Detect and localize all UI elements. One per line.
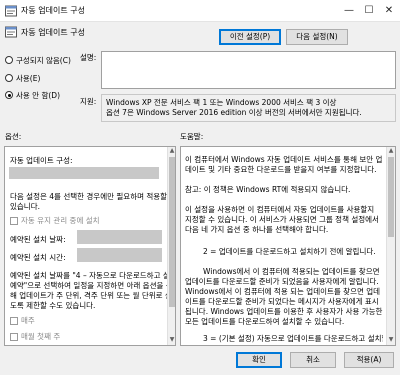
scroll-up-icon[interactable]: ▲ (387, 147, 395, 155)
help-paragraph: 이 컴퓨터에서 Windows 자동 업데이트 서비스를 통해 보안 업데이트 … (185, 155, 383, 174)
radio-enabled[interactable]: 사용(E) (5, 72, 40, 84)
options-pane[interactable]: 자동 업데이트 구성: 다음 설정은 4를 선택한 경우에만 필요하며 적용할 … (4, 146, 176, 346)
previous-setting-button[interactable]: 이전 설정(P) (219, 29, 281, 45)
title-bar: 자동 업데이트 구성 — ☐ ✕ (0, 0, 400, 22)
help-section-label: 도움말: (180, 132, 204, 141)
checkbox-label: 매주 (21, 316, 35, 325)
minimize-button[interactable]: — (340, 0, 358, 22)
scrollbar-thumb[interactable] (169, 157, 175, 307)
schedule-time-dropdown[interactable] (77, 248, 162, 262)
help-paragraph: Windows에서 이 컴퓨터에 적용되는 업데이트를 찾으면 업데이트를 다운… (185, 267, 383, 326)
help-paragraph: 3 = (기본 설정) 자동으로 업데이트를 다운로드하고 설치할 (203, 334, 383, 343)
schedule-day-label: 예약된 설치 날짜: (10, 235, 66, 244)
maintenance-checkbox[interactable] (10, 217, 18, 225)
configure-dropdown[interactable] (9, 167, 159, 179)
policy-icon (5, 5, 17, 17)
radio-disabled[interactable]: 사용 안 함(D) (5, 89, 60, 101)
first-week-checkbox-row[interactable]: 매월 첫째 주 (10, 331, 60, 342)
weekly-checkbox-row[interactable]: 매주 (10, 315, 35, 326)
ok-button[interactable]: 확인 (236, 352, 282, 368)
scrollbar-thumb[interactable] (388, 157, 394, 237)
schedule-time-label: 예약된 설치 시간: (10, 253, 66, 262)
policy-name: 자동 업데이트 구성 (21, 28, 85, 37)
help-scrollbar[interactable]: ▲ ▼ (386, 147, 395, 345)
window-title: 자동 업데이트 구성 (21, 6, 85, 15)
checkbox-label: 매월 첫째 주 (21, 332, 61, 341)
cancel-button[interactable]: 취소 (290, 352, 336, 368)
weekly-checkbox[interactable] (10, 317, 18, 325)
options-description: 도록 제한할 수도 있습니다. (10, 301, 96, 310)
options-section-label: 옵션: (5, 132, 22, 141)
help-pane: 이 컴퓨터에서 Windows 자동 업데이트 서비스를 통해 보안 업데이트 … (180, 146, 396, 346)
schedule-day-dropdown[interactable] (77, 230, 162, 244)
policy-icon (5, 26, 17, 38)
radio-button[interactable] (5, 91, 13, 99)
comment-field[interactable] (101, 51, 396, 89)
radio-label: 사용(E) (16, 73, 41, 83)
supported-label: 지원: (80, 97, 97, 106)
help-paragraph: 이 설정을 사용하면 이 컴퓨터에서 자동 업데이트를 사용할지 지정할 수 있… (185, 205, 379, 234)
supported-line: Windows XP 전문 서비스 팩 1 또는 Windows 2000 서비… (106, 98, 337, 107)
help-paragraph: 2 = 업데이트를 다운로드하고 설치하기 전에 알립니다. (203, 247, 376, 256)
maintenance-checkbox-row[interactable]: 자동 유지 관리 중에 설치 (10, 215, 100, 226)
scroll-down-icon[interactable]: ▼ (387, 336, 395, 344)
close-button[interactable]: ✕ (380, 0, 398, 22)
radio-button[interactable] (5, 56, 13, 64)
radio-label: 구성되지 않음(C) (16, 55, 71, 65)
next-setting-button[interactable]: 다음 설정(N) (286, 29, 348, 45)
radio-label: 사용 안 함(D) (16, 90, 60, 100)
radio-not-configured[interactable]: 구성되지 않음(C) (5, 54, 71, 66)
options-scrollbar[interactable]: ▲ ▼ (167, 147, 175, 345)
help-paragraph: 참고: 이 정책은 Windows RT에 적용되지 않습니다. (185, 185, 351, 194)
options-description: 있습니다. (10, 202, 40, 211)
comment-label: 설명: (80, 53, 97, 62)
scroll-up-icon[interactable]: ▲ (168, 147, 175, 155)
apply-button[interactable]: 적용(A) (344, 352, 394, 368)
checkbox-label: 자동 유지 관리 중에 설치 (21, 216, 100, 225)
first-week-checkbox[interactable] (10, 333, 18, 341)
supported-on-box: Windows XP 전문 서비스 팩 1 또는 Windows 2000 서비… (101, 94, 396, 122)
supported-line: 옵션 7은 Windows Server 2016 edition 이상 버전의… (106, 108, 362, 117)
maximize-button[interactable]: ☐ (360, 0, 378, 22)
radio-button[interactable] (5, 74, 13, 82)
scroll-down-icon[interactable]: ▼ (168, 336, 175, 344)
configure-label: 자동 업데이트 구성: (10, 156, 73, 165)
